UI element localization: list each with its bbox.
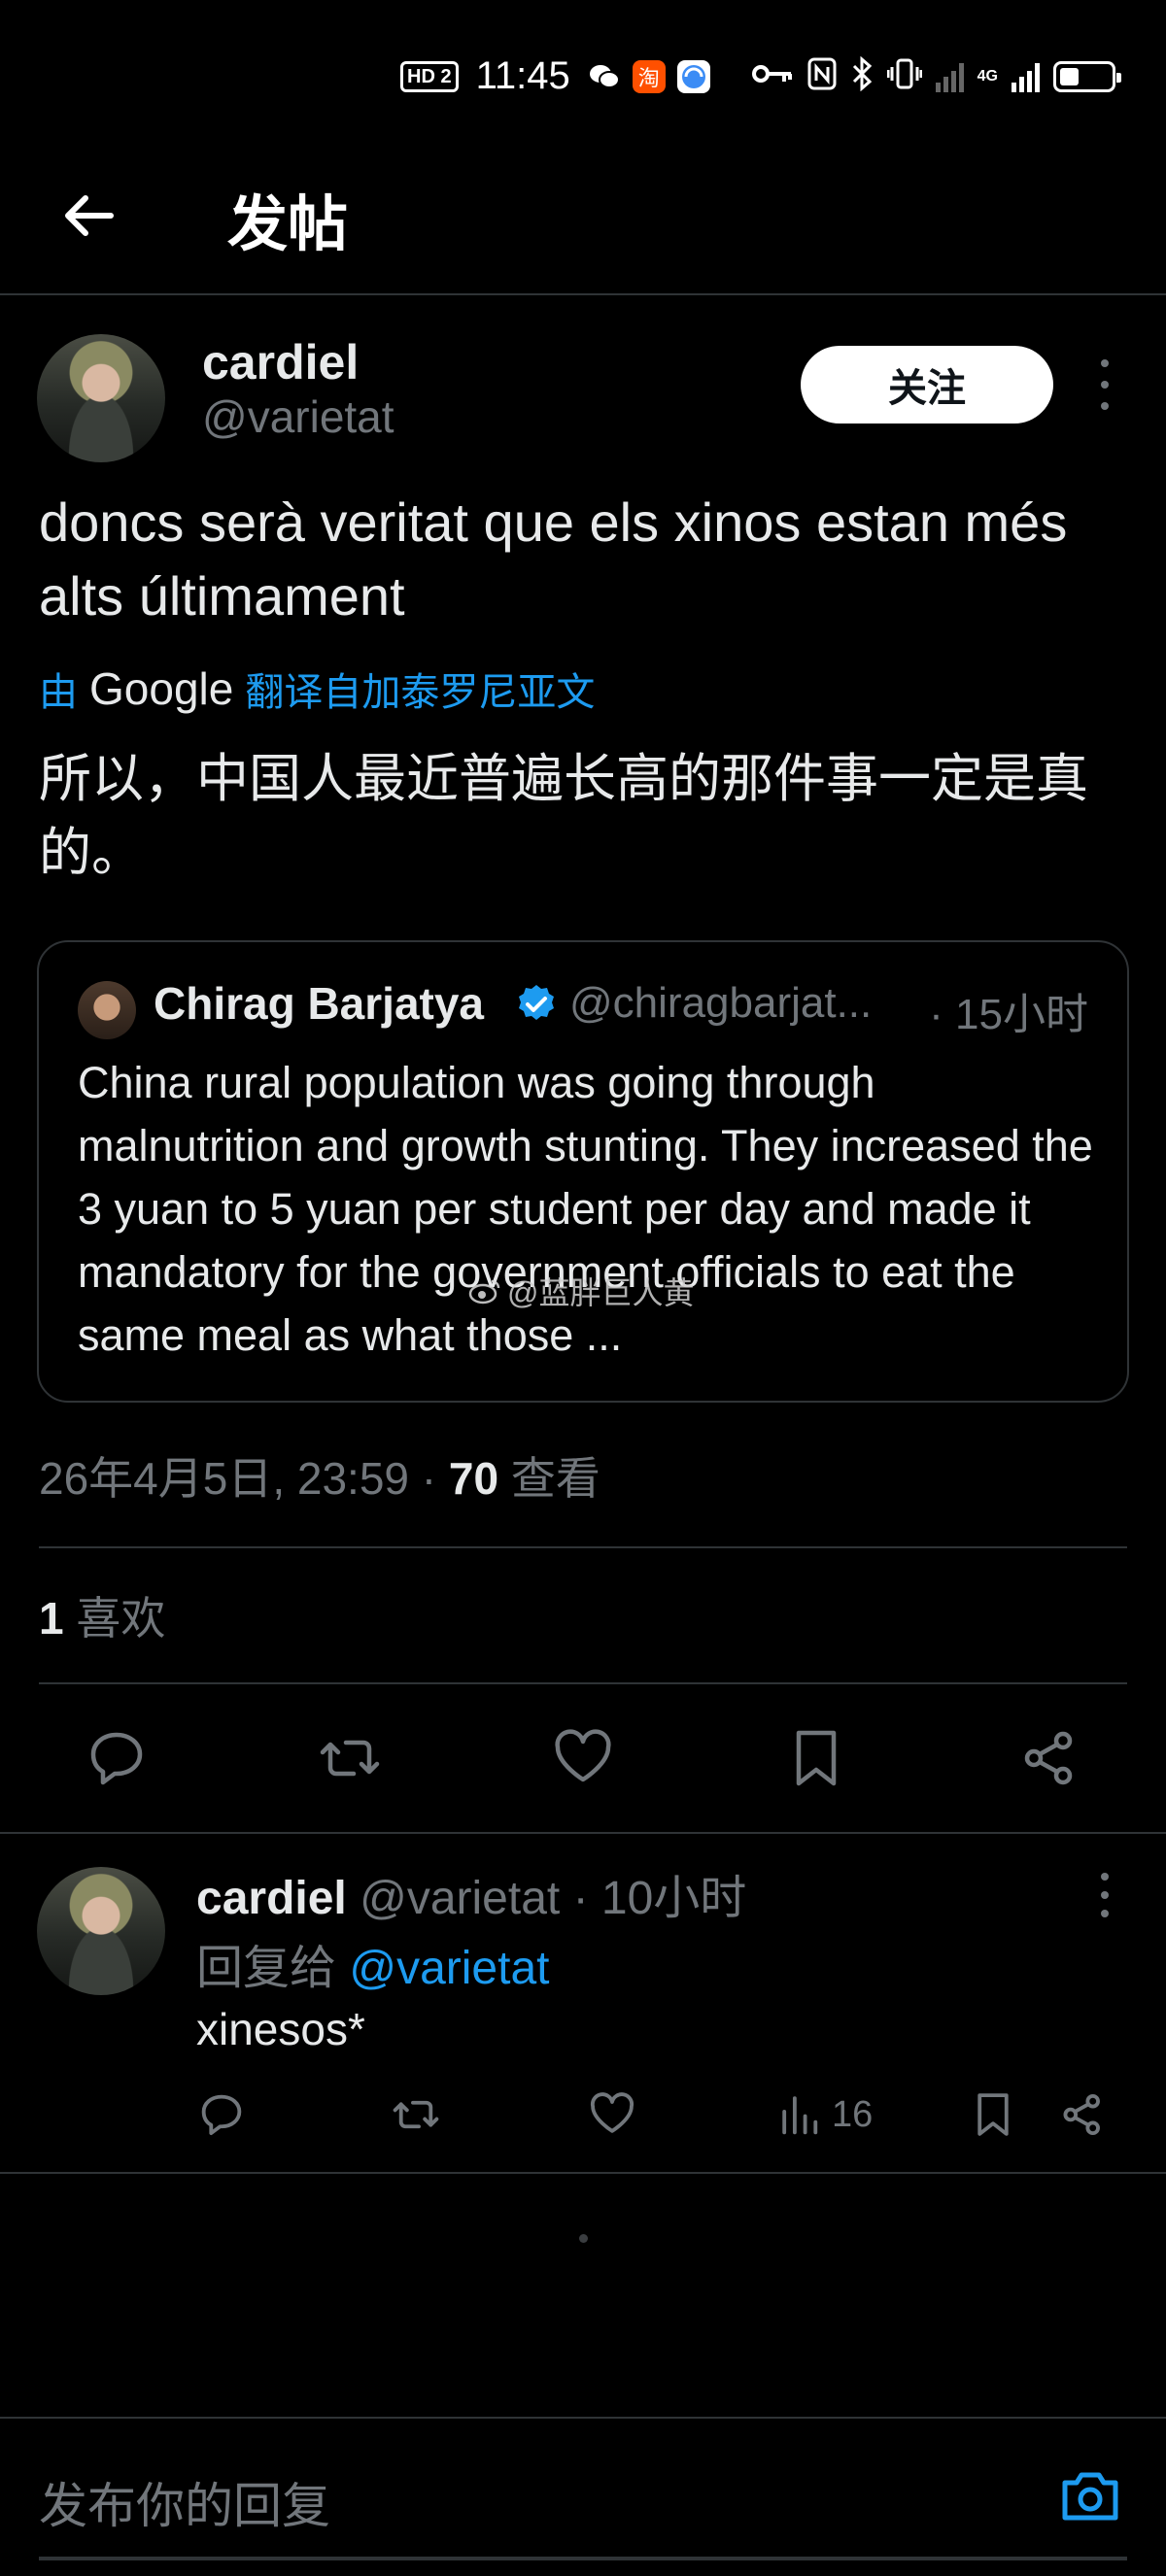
taobao-icon: 淘 <box>632 59 666 93</box>
status-bar: HD 2 11:45 淘 4G <box>0 0 1166 155</box>
reply-share-button[interactable] <box>1057 2081 1108 2149</box>
tweet-text: doncs serà veritat que els xinos estan m… <box>39 491 1068 627</box>
camera-icon <box>1062 2472 1118 2521</box>
network-type-badge: 4G <box>977 67 998 85</box>
meta-separator: · <box>409 1453 449 1504</box>
loading-indicator <box>579 2234 588 2243</box>
reply-button[interactable] <box>76 1717 157 1799</box>
reply-views-button[interactable]: 16 <box>775 2081 873 2149</box>
battery-icon <box>1053 60 1121 92</box>
views-label: 查看 <box>510 1453 600 1504</box>
status-left: HD 2 11:45 淘 <box>400 54 710 98</box>
reply-to-handle[interactable]: @varietat <box>349 1943 549 1994</box>
signal-sim1-icon <box>935 61 964 92</box>
reply-text: xinesos* <box>196 2004 365 2054</box>
like-button[interactable] <box>542 1717 624 1799</box>
reply-reply-button[interactable] <box>196 2081 247 2149</box>
wechat-icon <box>588 60 621 93</box>
heart-icon <box>590 2092 634 2133</box>
tweet-meta: 26年4月5日, 23:59 · 70 查看 <box>39 1443 600 1508</box>
bookmark-button[interactable] <box>775 1717 857 1799</box>
reply-icon <box>201 2094 242 2136</box>
likes-label: 喜欢 <box>76 1593 166 1644</box>
translated-by-prefix: 由 <box>39 671 78 714</box>
signal-sim2-icon <box>1012 61 1040 92</box>
likes-count: 1 <box>39 1593 64 1644</box>
top-app-bar: 发帖 <box>0 155 1166 295</box>
translated-tweet-text: 所以，中国人最近普遍长高的那件事一定是真的。 <box>39 750 1088 882</box>
quote-text: China rural population was going through… <box>78 1058 1093 1360</box>
heart-icon <box>555 1729 611 1782</box>
reply-action-bar: 16 <box>0 2081 1166 2149</box>
status-right: 4G <box>751 55 1121 96</box>
bottom-divider <box>39 2557 1127 2560</box>
reply-time: · 10小时 <box>572 1873 747 1924</box>
likes-summary[interactable]: 1 喜欢 <box>39 1583 165 1647</box>
reply-input[interactable]: 发布你的回复 <box>39 2467 330 2537</box>
browser-icon <box>676 59 710 93</box>
page-title: 发帖 <box>227 191 349 258</box>
bar-chart-icon <box>782 2096 818 2135</box>
reply-like-button[interactable] <box>587 2081 637 2149</box>
translation-attribution[interactable]: 由 Google 翻译自加泰罗尼亚文 <box>39 661 595 717</box>
views-count: 70 <box>448 1453 499 1504</box>
divider <box>0 1832 1166 1834</box>
share-icon <box>1024 1731 1073 1785</box>
reply-retweet-button[interactable] <box>391 2081 441 2149</box>
follow-button[interactable]: 关注 <box>801 346 1053 424</box>
google-logo: Google <box>89 663 234 714</box>
reply-icon <box>90 1732 143 1785</box>
quote-author-avatar <box>78 981 136 1039</box>
divider <box>39 1546 1127 1548</box>
retweet-button[interactable] <box>309 1717 391 1799</box>
reply-views-count: 16 <box>832 2093 874 2135</box>
weibo-icon <box>468 1279 500 1305</box>
quote-author-name: Chirag Barjatya <box>154 978 485 1029</box>
tweet-action-bar <box>0 1717 1166 1799</box>
bookmark-icon <box>796 1730 837 1786</box>
reply-compose-bar: 发布你的回复 <box>0 2417 1166 2576</box>
share-button[interactable] <box>1009 1717 1090 1799</box>
translated-from-label: 翻译自加泰罗尼亚文 <box>245 671 596 714</box>
status-time: 11:45 <box>475 54 570 97</box>
retweet-icon <box>320 1740 380 1777</box>
quoted-tweet-card[interactable]: Chirag Barjatya @chiragbarjat... · 15小时 … <box>37 940 1129 1403</box>
reply-author-handle: @varietat <box>360 1873 561 1924</box>
arrow-left-icon <box>65 195 114 236</box>
camera-button[interactable] <box>1057 2463 1123 2529</box>
share-icon <box>1063 2093 1100 2136</box>
reply-author-name: cardiel <box>196 1873 347 1924</box>
quote-time: · 15小时 <box>929 991 1088 1038</box>
verified-badge-icon <box>519 985 554 1020</box>
reply-to-prefix: 回复给 <box>196 1943 337 1994</box>
tweet-timestamp: 26年4月5日, 23:59 <box>39 1453 410 1504</box>
reply-bookmark-button[interactable] <box>968 2081 1018 2149</box>
reply-header[interactable]: cardiel @varietat · 10小时 <box>196 1859 746 1927</box>
nfc-icon <box>807 57 837 95</box>
more-vertical-icon[interactable] <box>1090 1873 1119 1917</box>
reply-author-avatar[interactable] <box>37 1867 165 1995</box>
author-name[interactable]: cardiel <box>202 334 359 390</box>
watermark: @蓝胖巨人黄 <box>468 1269 695 1313</box>
replying-to: 回复给 @varietat <box>196 1929 550 1997</box>
key-icon <box>751 59 794 93</box>
vibrate-icon <box>886 57 923 95</box>
divider <box>39 1682 1127 1684</box>
bookmark-icon <box>977 2093 1009 2136</box>
bluetooth-icon <box>850 55 874 96</box>
watermark-text: @蓝胖巨人黄 <box>507 1275 695 1310</box>
retweet-icon <box>393 2100 439 2129</box>
back-button[interactable] <box>58 185 120 247</box>
author-handle[interactable]: @varietat <box>202 390 394 443</box>
divider <box>0 2172 1166 2174</box>
author-avatar[interactable] <box>37 334 165 462</box>
hd-badge: HD 2 <box>400 60 459 92</box>
quote-author-handle: @chiragbarjat... <box>569 979 873 1027</box>
more-vertical-icon[interactable] <box>1090 359 1119 410</box>
